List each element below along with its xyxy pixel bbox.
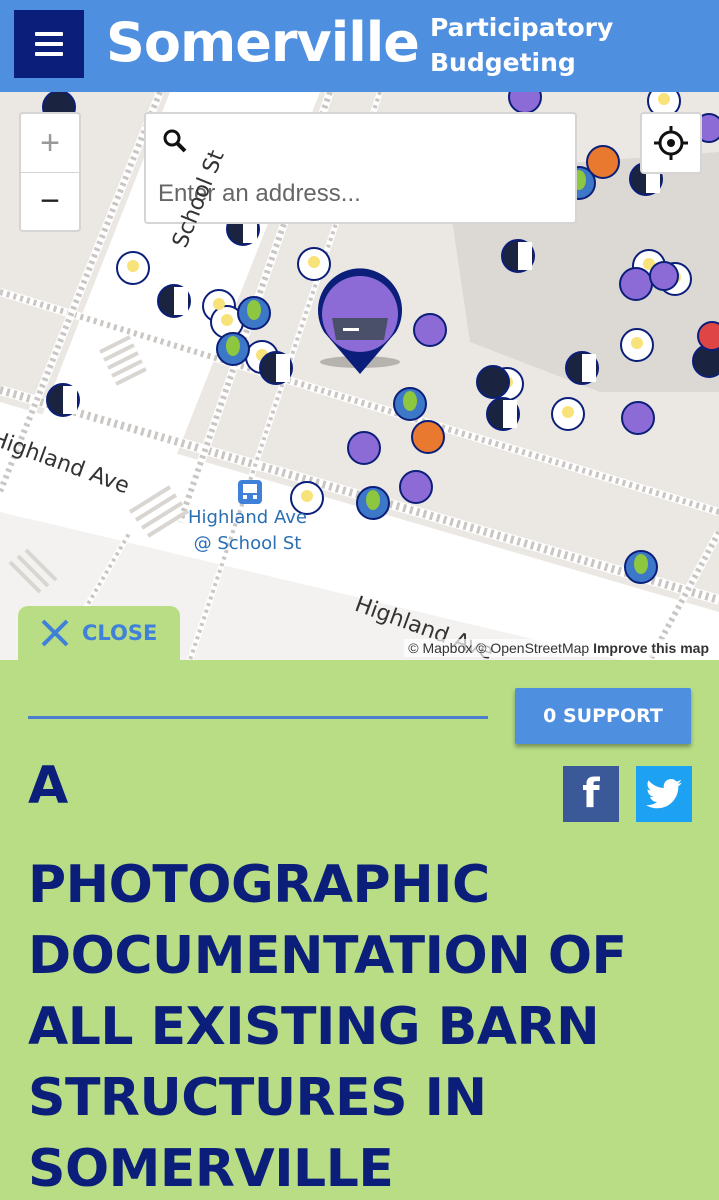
divider — [28, 716, 488, 719]
crosshair-icon — [654, 126, 688, 160]
close-label: CLOSE — [82, 621, 158, 645]
bus-stop-icon — [238, 480, 262, 504]
app-header: Somerville Participatory Budgeting — [0, 0, 719, 92]
hamburger-icon — [35, 32, 63, 36]
project-detail-panel: 0 SUPPORT f A PHOTOGRAPHIC DOCUMENTATION… — [0, 660, 719, 1200]
menu-button[interactable] — [14, 10, 84, 78]
mapbox-link[interactable]: © Mapbox — [408, 640, 472, 656]
zoom-out-button[interactable]: − — [21, 172, 79, 230]
osm-link[interactable]: © OpenStreetMap — [476, 640, 589, 656]
twitter-icon — [646, 779, 682, 809]
facebook-icon: f — [582, 771, 600, 817]
search-icon — [163, 129, 187, 153]
project-title: PHOTOGRAPHIC DOCUMENTATION OF ALL EXISTI… — [28, 855, 627, 1199]
zoom-control: + − — [19, 112, 81, 232]
brand-subtitle: Participatory Budgeting — [430, 13, 614, 77]
improve-map-link[interactable]: Improve this map — [593, 640, 709, 656]
facebook-share-button[interactable]: f — [563, 766, 619, 822]
geolocate-button[interactable] — [640, 112, 702, 174]
project-map[interactable]: + − School St Highland Ave Highland Ave … — [0, 92, 719, 660]
close-icon — [41, 619, 69, 647]
support-button[interactable]: 0 SUPPORT — [515, 688, 691, 744]
bus-stop-label: Highland Ave @ School St — [188, 507, 307, 554]
brand-title[interactable]: Somerville — [106, 8, 420, 78]
close-button[interactable]: CLOSE — [18, 606, 180, 660]
map-attribution: © Mapbox © OpenStreetMap Improve this ma… — [404, 639, 713, 657]
twitter-share-button[interactable] — [636, 766, 692, 822]
project-title-first: A — [28, 756, 69, 816]
zoom-in-button[interactable]: + — [21, 114, 79, 172]
